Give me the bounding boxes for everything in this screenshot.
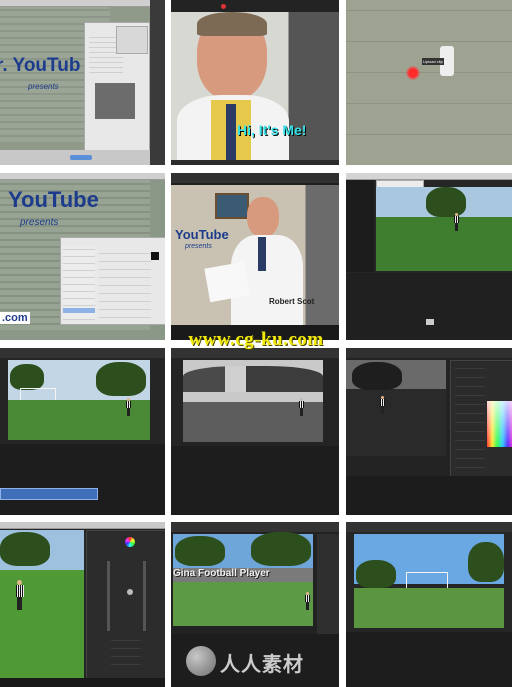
tree [426, 187, 466, 217]
screenshot-field-viewer [346, 173, 512, 340]
hue-wheel-icon[interactable] [125, 537, 135, 547]
timeline-area-2[interactable] [0, 444, 165, 515]
tree-3 [96, 362, 146, 396]
presents-text: presents [28, 82, 59, 91]
apply-button[interactable] [70, 155, 92, 160]
site-logo: 人人素材 [186, 644, 336, 678]
color-picker-fade [487, 401, 512, 447]
grass-field [376, 217, 512, 271]
banner-title-text: Gina Football Player [173, 568, 313, 582]
tree-2 [10, 364, 44, 390]
football-player-4 [380, 396, 385, 414]
bw-trees [183, 366, 323, 392]
screenshot-timeline-clip [0, 348, 165, 515]
pavement-texture [346, 0, 512, 165]
presenter-face-2 [247, 197, 279, 237]
timeline-clip[interactable] [0, 488, 98, 500]
dotcom-text: .com [0, 312, 30, 324]
timeline-area-6[interactable] [346, 632, 512, 687]
app-menu-bar [0, 0, 165, 7]
timeline-area-3[interactable] [171, 446, 339, 515]
papers [204, 261, 250, 303]
presents-text-2: presents [20, 217, 59, 228]
presenter-tie-2 [258, 237, 266, 271]
wall-frame [215, 193, 249, 219]
site-watermark: www.cg-ku.com [188, 329, 324, 350]
grass-field-3 [0, 570, 84, 680]
logo-globe-icon [186, 646, 216, 676]
tree-5 [0, 532, 50, 566]
bottom-toolbar [0, 678, 165, 687]
logo-text: 人人素材 [220, 652, 304, 676]
tree-8 [356, 560, 396, 588]
football-player-3 [299, 398, 304, 416]
bevel-panel[interactable] [116, 26, 148, 54]
football-player-5 [16, 580, 24, 610]
left-sidebar [346, 180, 374, 272]
tracker-marker[interactable] [406, 66, 420, 80]
caption-text: Hi, It's Me! [237, 122, 307, 138]
grass-field-4 [173, 582, 313, 626]
screenshot-photoshop-dialog: r. YouTub presents [0, 0, 165, 165]
selected-style[interactable] [63, 308, 95, 313]
screenshot-color-wheels [0, 522, 165, 687]
top-toolbar-4 [171, 522, 339, 532]
football-player-2 [126, 398, 131, 416]
presenter-hair [197, 12, 267, 36]
red-record-dot[interactable] [221, 4, 226, 9]
timeline-icon [426, 319, 434, 325]
screenshot-tracking-point: Upload clip [346, 0, 512, 165]
grass-field-5 [354, 588, 504, 628]
timeline-area-4[interactable] [346, 476, 512, 515]
tree-7 [251, 532, 311, 566]
viewer-toolbar-2 [171, 173, 339, 183]
tracker-tooltip: Upload clip [422, 58, 444, 65]
youtube-title-text: r. YouTub [0, 55, 81, 76]
goal-post-2 [406, 572, 448, 589]
tree-6 [175, 536, 225, 566]
color-board-panel[interactable] [86, 530, 165, 682]
dialog-preview-swatch [95, 83, 135, 119]
football-player-6 [305, 592, 310, 610]
app-menu-bar-4 [0, 522, 165, 529]
presents-text-3: presents [185, 243, 212, 250]
slider-track-1[interactable] [107, 561, 110, 631]
slider-handle[interactable] [127, 589, 133, 595]
screenshot-color-board [346, 348, 512, 515]
youtube-title-text-3: YouTube [175, 227, 229, 242]
app-menu-bar-3 [346, 173, 512, 180]
screenshot-text-dialog: YouTube presents .com [0, 173, 165, 340]
screenshot-presenter-overlay: YouTube presents Robert Scot [171, 173, 339, 340]
screenshot-presenter-closeup: Hi, It's Me! [171, 0, 339, 165]
color-swatch[interactable] [151, 252, 159, 260]
top-toolbar-5 [346, 522, 512, 532]
youtube-title-text-2: YouTube [8, 187, 99, 212]
nametag-text: Robert Scot [269, 297, 315, 306]
layer-style-dialog-2[interactable] [60, 237, 165, 325]
viewer-toolbar [171, 0, 339, 12]
app-menu-bar-2 [0, 173, 165, 180]
slider-track-2[interactable] [143, 561, 146, 631]
presenter-tie [226, 104, 236, 160]
style-options [99, 248, 151, 318]
inspector-panel[interactable] [450, 360, 512, 492]
dark-sidebar [150, 0, 165, 165]
screenshot-bright-field [346, 522, 512, 687]
tree-4 [352, 362, 402, 390]
options-list [111, 635, 141, 665]
screenshot-bw-field [171, 348, 339, 515]
right-sidebar [317, 534, 339, 634]
inspector-rows [455, 367, 485, 477]
tree-9 [468, 542, 504, 582]
football-player [454, 213, 459, 231]
